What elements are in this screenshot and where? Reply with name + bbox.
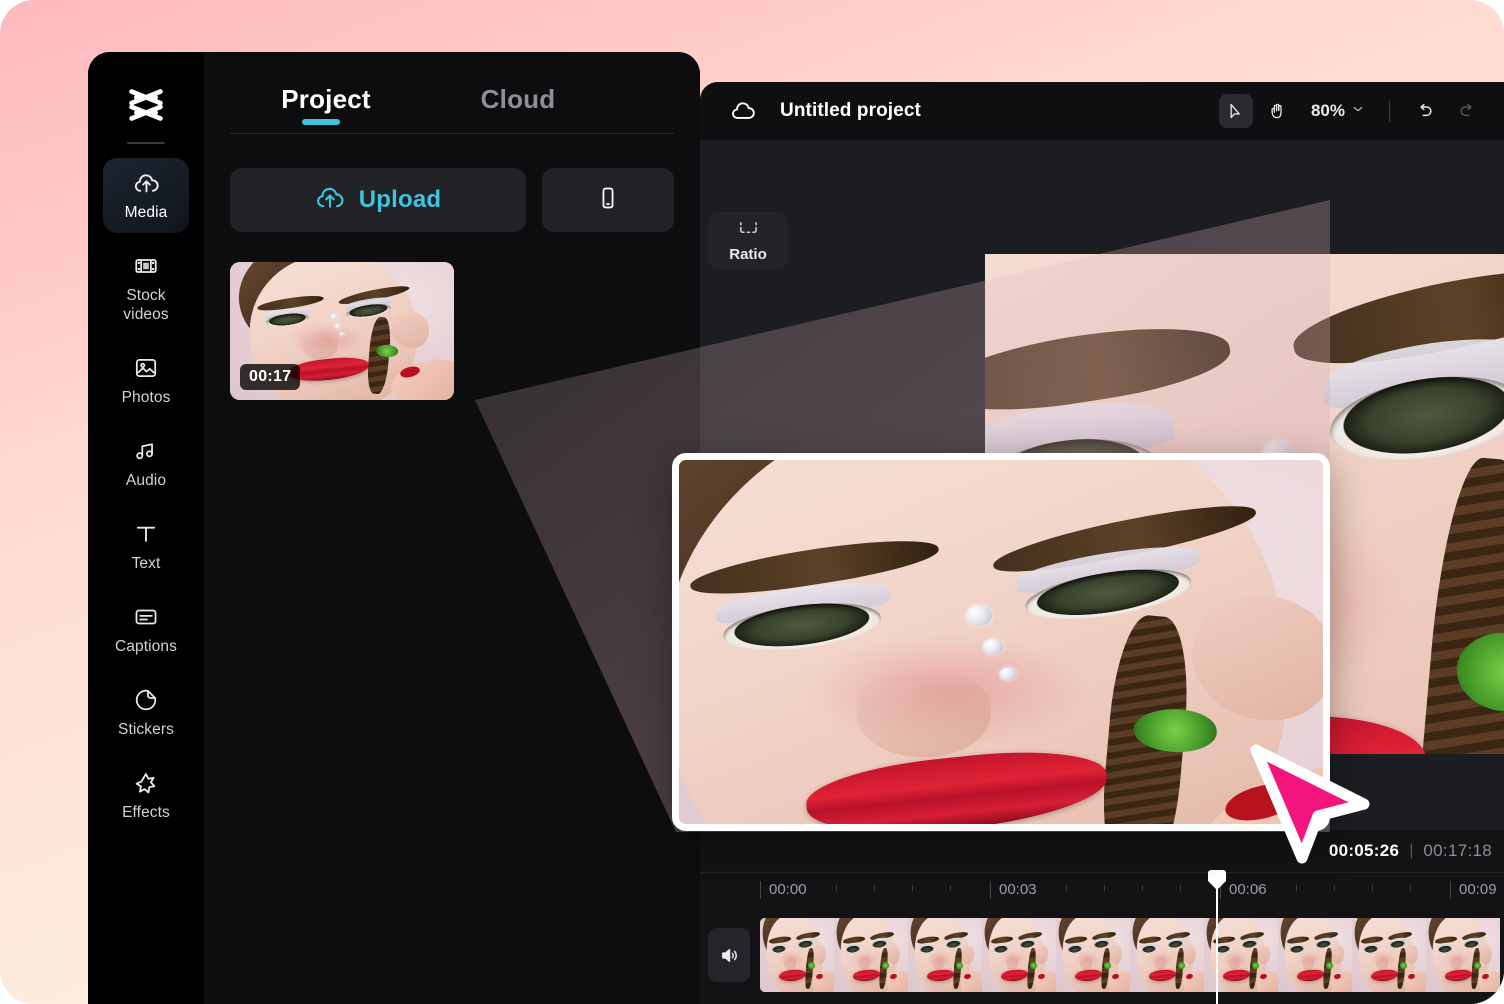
media-tabs: Project Cloud bbox=[230, 78, 674, 133]
sidebar-item-label: Media bbox=[124, 204, 168, 221]
editor-toolbar: 80% bbox=[1218, 94, 1484, 128]
zoom-level-value: 80% bbox=[1310, 101, 1345, 120]
editor-topbar: Untitled project 80% bbox=[700, 82, 1504, 140]
sidebar-item-effects[interactable]: Effects bbox=[103, 758, 189, 833]
page-root: Media Stock videos Photos Audio Text Cap… bbox=[0, 0, 1504, 1004]
magnified-frame bbox=[679, 460, 1323, 824]
sidebar-item-label: Text bbox=[131, 555, 161, 572]
hand-icon[interactable] bbox=[1261, 94, 1295, 128]
cloud-upload-icon bbox=[315, 183, 345, 218]
upload-button[interactable]: Upload bbox=[230, 168, 526, 232]
ruler-label: 00:00 bbox=[760, 881, 807, 899]
ratio-button[interactable]: Ratio bbox=[708, 212, 788, 270]
media-library-panel: Project Cloud Upload 00:17 bbox=[204, 52, 700, 1004]
sticker-icon bbox=[132, 686, 160, 714]
magnified-preview-callout bbox=[672, 453, 1330, 831]
filmstrip-frame bbox=[908, 918, 982, 992]
text-t-icon bbox=[132, 520, 160, 548]
timeline-track-row bbox=[700, 906, 1504, 1004]
app-shell-panel: Media Stock videos Photos Audio Text Cap… bbox=[88, 52, 700, 1004]
capcut-logo-icon bbox=[117, 76, 175, 134]
asset-duration-badge: 00:17 bbox=[240, 364, 301, 390]
chevron-down-icon bbox=[1351, 102, 1365, 121]
sidebar-divider bbox=[127, 142, 165, 144]
sidebar-item-photos[interactable]: Photos bbox=[103, 343, 189, 418]
sidebar-item-media[interactable]: Media bbox=[103, 158, 189, 233]
timeline-panel: 00:05:26 | 00:17:18 00:00 00:03 00:06 00… bbox=[700, 830, 1504, 1004]
sidebar-item-stickers[interactable]: Stickers bbox=[103, 675, 189, 750]
media-asset-grid: 00:17 bbox=[230, 262, 674, 400]
aspect-ratio-icon bbox=[737, 219, 759, 242]
mobile-phone-icon bbox=[595, 185, 621, 216]
ruler-label: 00:06 bbox=[1220, 881, 1267, 899]
music-note-icon bbox=[132, 437, 160, 465]
filmstrip-frame bbox=[1352, 918, 1426, 992]
sidebar-item-captions[interactable]: Captions bbox=[103, 592, 189, 667]
image-icon bbox=[132, 354, 160, 382]
redo-arrow-icon[interactable] bbox=[1450, 94, 1484, 128]
filmstrip-frame bbox=[982, 918, 1056, 992]
timeline-ruler[interactable]: 00:00 00:03 00:06 00:09 bbox=[700, 872, 1504, 906]
zoom-level-dropdown[interactable]: 80% bbox=[1311, 101, 1365, 121]
total-timecode: 00:17:18 bbox=[1423, 841, 1492, 860]
ratio-button-label: Ratio bbox=[729, 246, 767, 263]
filmstrip-frame bbox=[1426, 918, 1500, 992]
capcut-cloud-icon bbox=[728, 96, 758, 126]
sidebar-item-label: Captions bbox=[115, 638, 177, 655]
sidebar-item-label: Audio bbox=[125, 472, 167, 489]
media-asset-item[interactable]: 00:17 bbox=[230, 262, 454, 400]
sparkle-star-icon bbox=[132, 769, 160, 797]
tab-cloud[interactable]: Cloud bbox=[422, 78, 614, 133]
filmstrip-frame bbox=[760, 918, 834, 992]
captions-icon bbox=[132, 603, 160, 631]
ruler-label: 00:09 bbox=[1450, 881, 1497, 899]
filmstrip-frame bbox=[1278, 918, 1352, 992]
film-strip-icon bbox=[132, 252, 160, 280]
toolbar-divider bbox=[1389, 100, 1390, 122]
sidebar-item-audio[interactable]: Audio bbox=[103, 426, 189, 501]
undo-arrow-icon[interactable] bbox=[1408, 94, 1442, 128]
filmstrip-frame bbox=[1056, 918, 1130, 992]
speaker-on-icon[interactable] bbox=[708, 928, 750, 982]
sidebar-item-stock-videos[interactable]: Stock videos bbox=[103, 241, 189, 335]
filmstrip-frame bbox=[834, 918, 908, 992]
cloud-upload-icon bbox=[132, 169, 160, 197]
tabs-divider bbox=[230, 133, 674, 134]
sidebar-item-text[interactable]: Text bbox=[103, 509, 189, 584]
current-timecode: 00:05:26 bbox=[1328, 841, 1400, 860]
ruler-label: 00:03 bbox=[990, 881, 1037, 899]
upload-actions-row: Upload bbox=[230, 168, 674, 232]
project-title: Untitled project bbox=[780, 100, 921, 121]
import-from-phone-button[interactable] bbox=[542, 168, 674, 232]
video-clip-track[interactable] bbox=[760, 918, 1504, 992]
timecode-readout: 00:05:26 | 00:17:18 bbox=[700, 830, 1504, 872]
sidebar-item-label: Photos bbox=[121, 389, 171, 406]
sidebar-rail: Media Stock videos Photos Audio Text Cap… bbox=[88, 52, 204, 1004]
tab-active-underline bbox=[302, 119, 340, 125]
timeline-playhead[interactable] bbox=[1208, 870, 1226, 1004]
sidebar-item-label: Stickers bbox=[118, 721, 174, 738]
timecode-separator: | bbox=[1409, 842, 1414, 859]
sidebar-item-label: Stock videos bbox=[123, 287, 169, 323]
filmstrip-frame bbox=[1130, 918, 1204, 992]
cursor-arrow-icon[interactable] bbox=[1218, 94, 1253, 128]
upload-button-label: Upload bbox=[358, 186, 442, 213]
sidebar-item-label: Effects bbox=[122, 804, 170, 821]
